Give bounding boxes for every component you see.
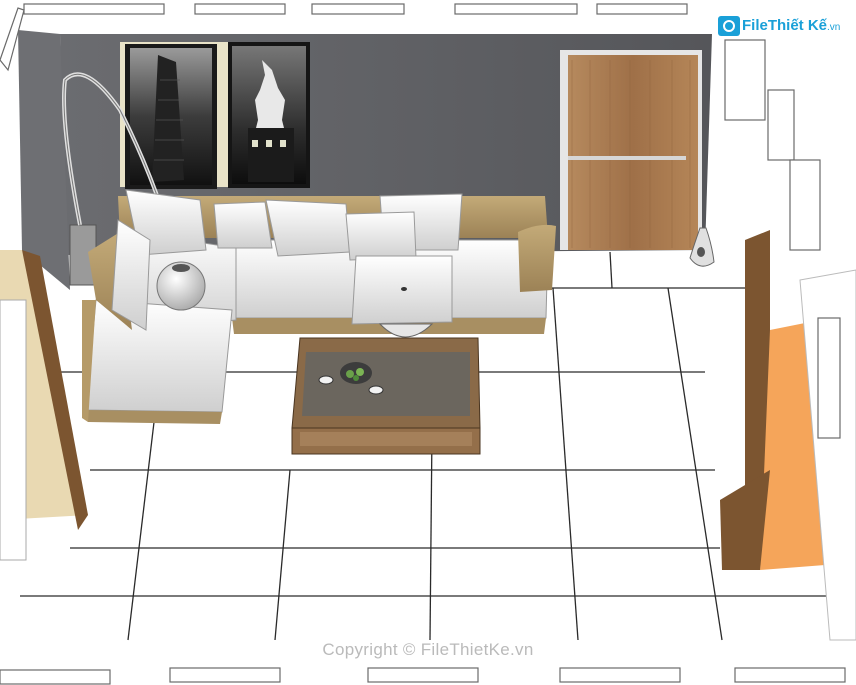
living-room-render: FileThiết Kế.vn Copyright © FileThietKe.… (0, 0, 856, 685)
door-handle-icon[interactable] (568, 156, 686, 160)
copyright-watermark: Copyright © FileThietKe.vn (322, 640, 534, 659)
fruit-bowl (340, 362, 372, 384)
door[interactable] (560, 50, 702, 250)
brand-logo[interactable]: FileThiết Kế.vn (718, 14, 840, 40)
logo-icon (718, 16, 740, 36)
coffee-table (291, 337, 481, 455)
logo-text: FileThiết Kế (742, 17, 828, 34)
scene-svg (0, 0, 856, 685)
logo-suffix: .vn (827, 22, 841, 33)
poster-statue-of-liberty (228, 42, 310, 188)
sphere-lamp (156, 261, 206, 311)
poster-building (125, 44, 217, 189)
